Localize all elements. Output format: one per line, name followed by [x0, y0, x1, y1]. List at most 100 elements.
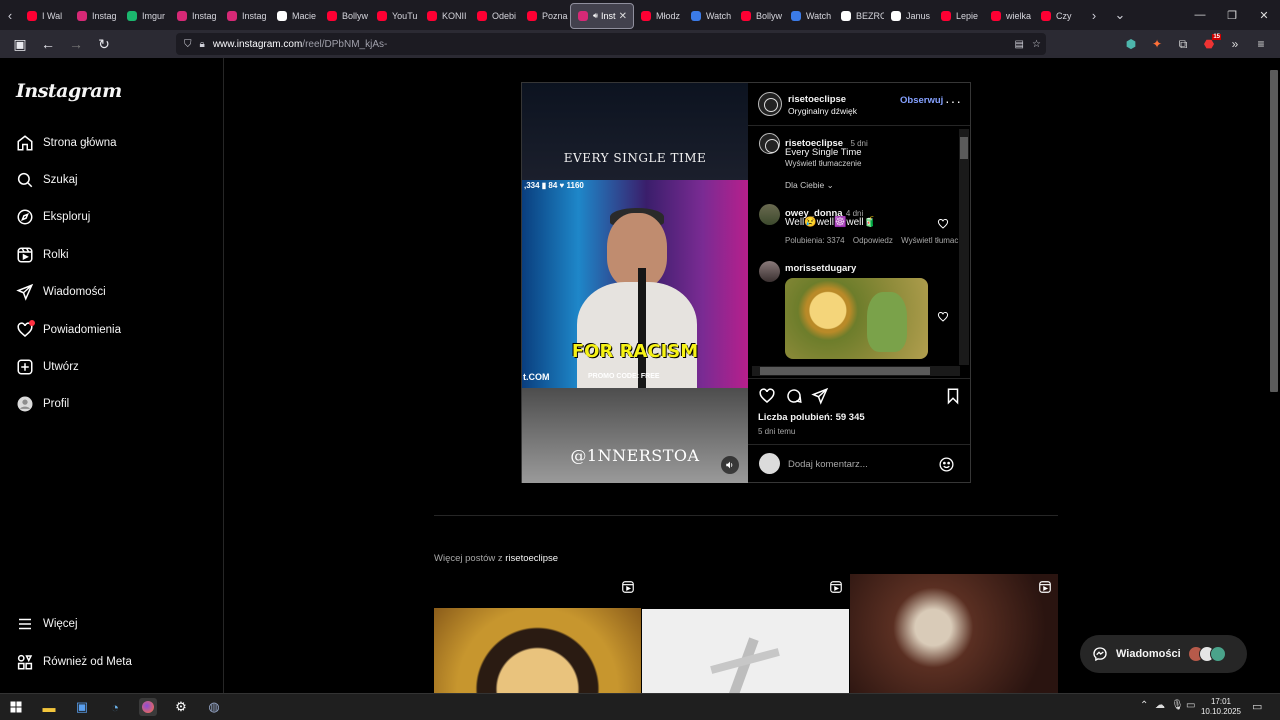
tab-scroll-left-icon[interactable]: ‹ [0, 0, 20, 30]
more-post-thumbnail[interactable] [642, 574, 849, 693]
sidebar-item-explore[interactable]: Eksploruj [16, 205, 90, 229]
reload-icon[interactable]: ↻ [92, 32, 116, 56]
scrollbar-thumb[interactable] [960, 137, 968, 159]
adblock-extension-icon[interactable]: ⬣ 15 [1196, 34, 1222, 51]
close-window-icon[interactable]: ✕ [1248, 9, 1280, 22]
settings-gear-icon[interactable]: ⚙ [172, 698, 190, 716]
browser-tab[interactable]: Watch [684, 3, 734, 29]
browser-tab[interactable]: Watch [784, 3, 834, 29]
browser-tab[interactable]: 🔊︎ Inst ✕ [570, 3, 634, 29]
comment-author[interactable]: morissetdugary [785, 263, 856, 274]
more-post-thumbnail[interactable] [850, 574, 1058, 693]
comments-vertical-scrollbar[interactable] [959, 129, 969, 365]
sidebar-item-reels[interactable]: Rolki [16, 243, 69, 267]
commenter-avatar[interactable] [759, 261, 780, 282]
more-post-thumbnail[interactable] [434, 574, 641, 693]
page-scrollbar-thumb[interactable] [1270, 70, 1278, 392]
comment-like-heart-icon[interactable] [937, 311, 949, 323]
comments-horizontal-scrollbar[interactable] [752, 366, 960, 376]
back-icon[interactable]: ← [36, 32, 60, 56]
windows-start-icon[interactable] [7, 698, 25, 716]
comment-translate-link[interactable]: Wyświetl tłumac [901, 236, 958, 245]
messages-floating-button[interactable]: Wiadomości [1080, 635, 1247, 673]
caption-author-avatar[interactable] [759, 133, 780, 154]
reply-link[interactable]: Odpowiedz [853, 236, 893, 245]
browser-tab[interactable]: I Wal [20, 3, 70, 29]
onedrive-cloud-icon[interactable]: ☁ [1155, 700, 1165, 711]
mute-button[interactable] [721, 456, 739, 474]
browser-tab[interactable]: Macie [270, 3, 320, 29]
more-options-icon[interactable]: ··· [945, 93, 962, 109]
display-icon[interactable]: ▭ [1186, 700, 1195, 711]
tab-close-icon[interactable]: ✕ [619, 11, 627, 22]
follow-button[interactable]: Obserwuj [900, 95, 943, 106]
browser-tab[interactable]: wielka [984, 3, 1034, 29]
sidebar-item-home[interactable]: Strona główna [16, 131, 117, 155]
sidebar-item-search[interactable]: Szukaj [16, 168, 78, 192]
steam-icon[interactable]: ◔ [106, 698, 124, 716]
url-bar[interactable]: ⛉ 🔒︎ www.instagram.com/reel/DPbNM_kjAs- … [176, 33, 1046, 55]
sidebar-item-more[interactable]: Więcej [16, 612, 78, 636]
browser-tab[interactable]: BEZRO [834, 3, 884, 29]
tab-scroll-right-icon[interactable]: › [1084, 0, 1104, 30]
sidebar-item-notifications[interactable]: Powiadomienia [16, 318, 121, 342]
browser-tab[interactable]: Instag [220, 3, 270, 29]
tray-chevron-icon[interactable]: ⌃ [1140, 700, 1148, 711]
comment-bubble-icon[interactable] [785, 387, 803, 405]
comment-like-heart-icon[interactable] [937, 218, 949, 230]
audio-link[interactable]: Oryginalny dźwięk [788, 106, 857, 116]
minimize-icon[interactable]: — [1184, 9, 1216, 21]
notification-center-icon[interactable]: ▭ [1252, 700, 1262, 713]
commenter-avatar[interactable] [759, 204, 780, 225]
browser-tab[interactable]: Czy [1034, 3, 1084, 29]
reel-video[interactable]: EVERY SINGLE TIME ,334 ▮ 84 ♥ 1160 FOR R… [522, 83, 748, 483]
author-avatar[interactable] [758, 92, 782, 116]
fox-extension-icon[interactable]: ✦ [1144, 37, 1170, 51]
browser-tab[interactable]: Instag [170, 3, 220, 29]
remote-desktop-icon[interactable]: ▣ [73, 698, 91, 716]
tray-app-icon[interactable]: ◍ [205, 698, 223, 716]
page-scrollbar[interactable] [1268, 58, 1280, 693]
browser-tab[interactable]: Imgur [120, 3, 170, 29]
firefox-icon[interactable] [139, 698, 157, 716]
sidebar-item-messages[interactable]: Wiadomości [16, 280, 106, 304]
app-menu-icon[interactable]: ≡ [1248, 37, 1274, 51]
sidebar-item-meta[interactable]: Również od Meta [16, 650, 132, 674]
extensions-puzzle-icon[interactable]: ⧉ [1170, 37, 1196, 52]
sidebar-item-create[interactable]: Utwórz [16, 355, 79, 379]
save-bookmark-icon[interactable] [944, 387, 962, 405]
taskbar-clock[interactable]: 17:01 10.10.2025 [1200, 697, 1242, 717]
likes-count[interactable]: Liczba polubień: 59 345 [758, 412, 865, 423]
browser-tab[interactable]: Instag [70, 3, 120, 29]
tab-list-chevron-icon[interactable]: ⌄ [1110, 0, 1130, 30]
browser-tab[interactable]: Janus [884, 3, 934, 29]
vpn-extension-icon[interactable]: ⬢ [1118, 37, 1144, 51]
browser-tab[interactable]: Bollyw [320, 3, 370, 29]
browser-tab[interactable]: Lepie [934, 3, 984, 29]
overflow-chevrons-icon[interactable]: » [1222, 37, 1248, 51]
share-send-icon[interactable] [811, 387, 829, 405]
instagram-logo[interactable]: Instagram [16, 80, 122, 102]
more-posts-user[interactable]: risetoeclipse [505, 553, 558, 564]
like-heart-icon[interactable] [758, 387, 776, 405]
reader-view-icon[interactable]: ▤ [1015, 39, 1024, 50]
browser-tab[interactable]: YouTu [370, 3, 420, 29]
tab-audio-icon[interactable]: 🔊︎ [593, 11, 598, 21]
scrollbar-thumb[interactable] [760, 367, 930, 375]
sidebar-toggle-icon[interactable]: ▣ [8, 32, 32, 56]
emoji-icon[interactable] [938, 456, 955, 473]
forward-icon[interactable]: → [64, 32, 88, 56]
browser-tab[interactable]: Bollyw [734, 3, 784, 29]
browser-tab[interactable]: Odebi [470, 3, 520, 29]
sidebar-item-profile[interactable]: Profil [16, 392, 69, 416]
lock-icon[interactable]: 🔒︎ [200, 39, 205, 50]
microphone-icon[interactable]: 🎙︎ [1171, 700, 1184, 711]
browser-tab[interactable]: Młodz [634, 3, 684, 29]
add-comment-input[interactable]: Dodaj komentarz... [788, 459, 868, 470]
author-username[interactable]: risetoeclipse [788, 94, 846, 105]
restore-icon[interactable]: ❐ [1216, 9, 1248, 22]
browser-tab[interactable]: KONII [420, 3, 470, 29]
tracking-shield-icon[interactable]: ⛉ [184, 39, 192, 50]
browser-tab[interactable]: Pozna [520, 3, 570, 29]
for-you-dropdown[interactable]: Dla Ciebie ⌄ [785, 180, 834, 191]
